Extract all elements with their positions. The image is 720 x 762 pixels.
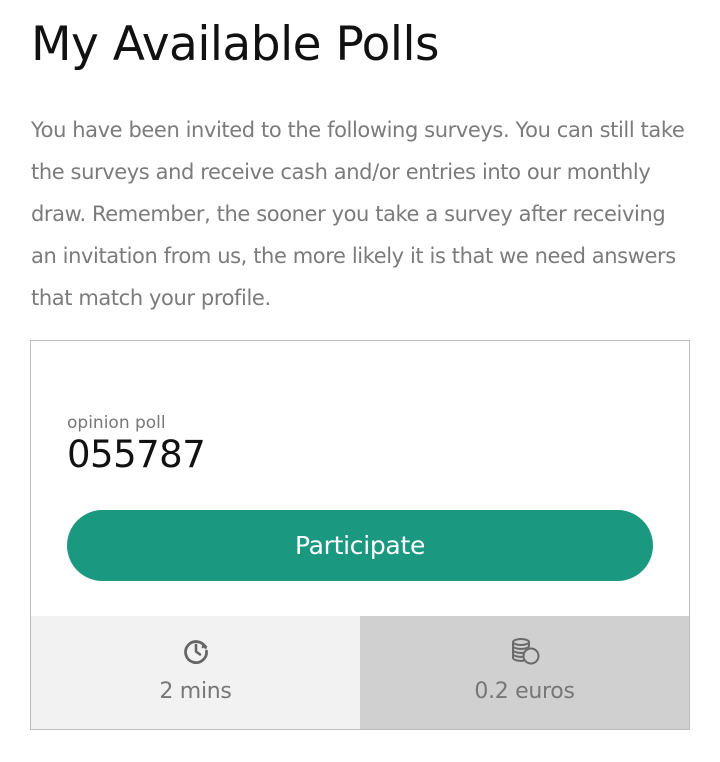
coins-icon <box>511 638 539 665</box>
intro-text: You have been invited to the following s… <box>31 118 685 310</box>
duration-stat: 2 mins <box>31 616 360 729</box>
page-title: My Available Polls <box>31 17 440 72</box>
poll-card: opinion poll 055787 Participate 2 mins 0… <box>30 340 690 730</box>
duration-label: 2 mins <box>159 679 232 704</box>
poll-id: 055787 <box>67 433 206 476</box>
clock-icon <box>183 640 208 664</box>
polls-page: My Available Polls You have been invited… <box>0 0 720 762</box>
poll-stats: 2 mins 0.2 euros <box>31 616 689 729</box>
poll-type-label: opinion poll <box>67 413 166 433</box>
reward-label: 0.2 euros <box>474 679 575 704</box>
participate-button[interactable]: Participate <box>67 510 653 581</box>
reward-stat: 0.2 euros <box>360 616 689 729</box>
